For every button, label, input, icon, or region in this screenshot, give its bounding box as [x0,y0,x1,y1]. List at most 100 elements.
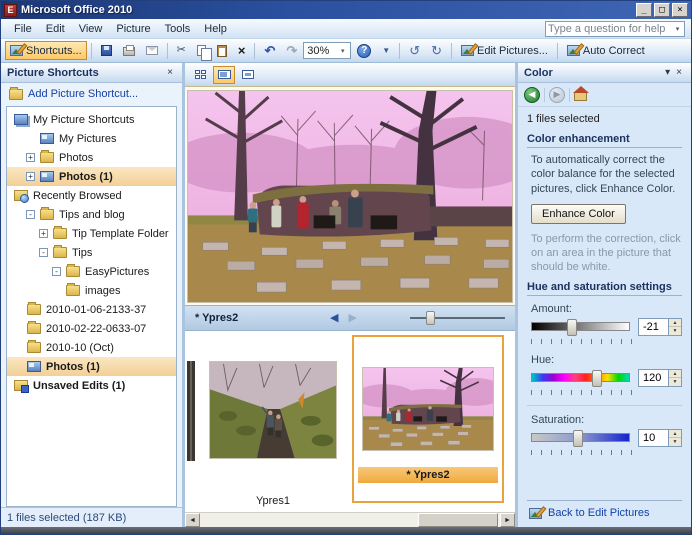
tree-item-photos[interactable]: + Photos [7,148,176,167]
spin-up-icon[interactable]: ▲ [669,319,681,328]
expander-icon[interactable]: - [26,210,35,219]
view-mode-toolbar [185,63,515,87]
zoom-select[interactable]: 30% ▾ [303,42,351,59]
tree-item-tips[interactable]: - Tips [7,243,176,262]
amount-spinbox[interactable]: -21 ▲▼ [638,318,682,336]
single-view-button[interactable] [237,66,259,84]
tree-item-2010-01-06[interactable]: 2010-01-06-2133-37 [7,300,176,319]
close-pane-icon[interactable]: × [164,68,176,78]
amount-slider-thumb[interactable] [567,319,577,336]
hue-slider-group: Hue: 120 ▲▼ [531,354,682,395]
saturation-slider-thumb[interactable] [573,430,583,447]
delete-button[interactable]: × [233,41,251,60]
back-icon[interactable]: ◀ [524,87,540,103]
close-button[interactable]: × [672,3,688,17]
tree-item-easypictures[interactable]: - EasyPictures [7,262,176,281]
tree-item-photos-1-bottom[interactable]: Photos (1) [7,357,176,376]
undo-button[interactable]: ↶ [259,41,280,60]
shortcuts-button[interactable]: Shortcuts... [5,41,87,60]
cut-button[interactable]: ✂ [172,41,191,60]
expander-icon[interactable]: + [26,172,35,181]
forward-icon[interactable]: ▶ [549,87,565,103]
scrollbar-track[interactable] [200,513,500,527]
close-pane-icon[interactable]: × [673,68,685,78]
toolbar-overflow[interactable]: ▼ [377,41,395,60]
preview-zoom-slider[interactable] [410,311,505,325]
previous-picture-icon[interactable]: ◀ [325,313,343,324]
menu-file[interactable]: File [7,21,39,37]
rotate-left-button[interactable]: ↺ [404,41,425,60]
saturation-spinbox[interactable]: 10 ▲▼ [638,429,682,447]
preview-photo[interactable] [187,90,513,303]
hue-slider-thumb[interactable] [592,370,602,387]
expander-icon[interactable]: - [39,248,48,257]
rotate-right-button[interactable]: ↻ [426,41,447,60]
filmstrip-view-button[interactable] [213,66,235,84]
menu-tools[interactable]: Tools [158,21,198,37]
scroll-left-icon[interactable]: ◄ [185,513,200,527]
tree-item-photos-1[interactable]: + Photos (1) [7,167,176,186]
spin-up-icon[interactable]: ▲ [669,430,681,439]
spin-down-icon[interactable]: ▼ [669,327,681,335]
print-button[interactable] [118,41,140,60]
auto-correct-button[interactable]: Auto Correct [562,41,650,60]
thumbnail-view-button[interactable] [189,66,211,84]
tree-item-my-picture-shortcuts[interactable]: My Picture Shortcuts [7,110,176,129]
redo-button[interactable]: ↷ [281,41,302,60]
shortcuts-tree: My Picture Shortcuts My Pictures + Photo… [6,106,177,507]
home-icon[interactable] [574,92,587,101]
back-to-edit-pictures-link[interactable]: Back to Edit Pictures [527,500,682,527]
tree-item-2010-10-oct[interactable]: 2010-10 (Oct) [7,338,176,357]
zoom-slider-thumb[interactable] [426,311,435,325]
amount-slider-track[interactable] [531,322,630,331]
question-input[interactable]: Type a question for help ▾ [545,21,685,37]
expander-icon[interactable]: + [26,153,35,162]
tree-item-2010-02-22[interactable]: 2010-02-22-0633-07 [7,319,176,338]
next-picture-icon[interactable]: ▶ [343,313,361,324]
enhance-color-button[interactable]: Enhance Color [531,204,626,224]
amount-value[interactable]: -21 [638,318,668,336]
tree-item-unsaved-edits[interactable]: Unsaved Edits (1) [7,376,176,395]
spin-down-icon[interactable]: ▼ [669,438,681,446]
thumbnail-ypres1[interactable]: Ypres1 [200,335,346,509]
expander-icon[interactable]: - [52,267,61,276]
saturation-value[interactable]: 10 [638,429,668,447]
add-picture-shortcut-link[interactable]: Add Picture Shortcut... [1,83,182,104]
menu-picture[interactable]: Picture [109,21,157,37]
thumbnail-ypres2-selected[interactable]: * Ypres2 [352,335,504,503]
spin-up-icon[interactable]: ▲ [669,370,681,379]
thumbnail-image[interactable] [362,367,494,451]
scroll-right-icon[interactable]: ► [500,513,515,527]
chevron-down-icon[interactable]: ▾ [673,25,682,33]
spin-down-icon[interactable]: ▼ [669,378,681,386]
tree-item-my-pictures[interactable]: My Pictures [7,129,176,148]
copy-button[interactable] [192,41,211,60]
tree-item-images[interactable]: images [7,281,176,300]
paste-button[interactable] [212,41,232,60]
email-button[interactable] [141,41,163,60]
tree-item-tips-and-blog[interactable]: - Tips and blog [7,205,176,224]
hue-spinbox[interactable]: 120 ▲▼ [638,369,682,387]
hue-value[interactable]: 120 [638,369,668,387]
amount-label: Amount: [531,303,682,315]
app-icon: E [4,4,17,17]
tree-item-recently-browsed[interactable]: Recently Browsed [7,186,176,205]
zoom-slider-track[interactable] [410,317,505,319]
thumbnail-image[interactable] [209,361,337,459]
hue-slider-track[interactable] [531,373,630,382]
maximize-button[interactable]: □ [654,3,670,17]
expander-icon[interactable]: + [39,229,48,238]
menu-help[interactable]: Help [197,21,234,37]
scrollbar-thumb[interactable] [418,513,498,527]
pane-dropdown-icon[interactable]: ▾ [662,68,673,78]
help-button[interactable]: ? [352,41,376,60]
tree-item-tip-template-folder[interactable]: + Tip Template Folder [7,224,176,243]
chevron-down-icon[interactable]: ▾ [338,47,347,55]
folder-icon [53,228,67,239]
menu-view[interactable]: View [72,21,110,37]
edit-pictures-button[interactable]: Edit Pictures... [456,41,553,60]
save-button[interactable] [96,41,117,60]
saturation-slider-track[interactable] [531,433,630,442]
menu-edit[interactable]: Edit [39,21,72,37]
minimize-button[interactable]: _ [636,3,652,17]
